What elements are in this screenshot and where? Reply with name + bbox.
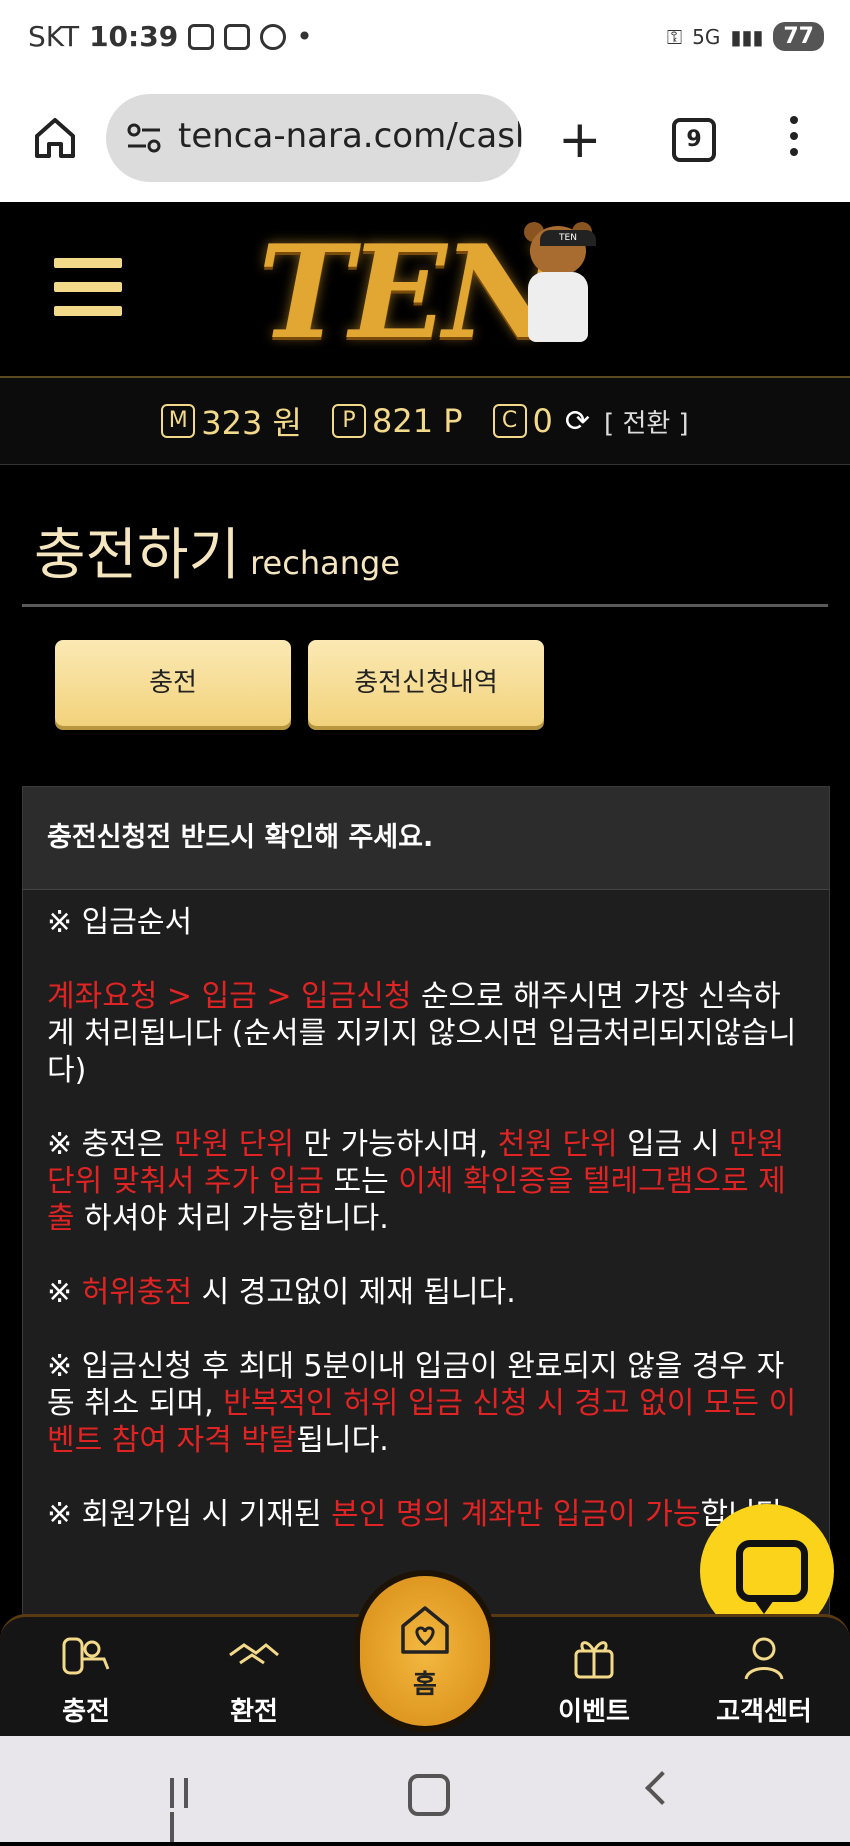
menu-icon[interactable] <box>54 258 122 330</box>
notice-item: ※ 입금신청 후 최대 5분이내 입금이 완료되지 않을 경우 자동 취소 되며… <box>47 1349 797 1458</box>
new-tab-icon[interactable]: + <box>558 114 602 166</box>
nav-label: 충전 <box>62 1697 110 1727</box>
balance-bar: M 323 원 P 821 P C 0 ⟳ [ 전환 ] <box>0 378 850 465</box>
gift-icon <box>566 1629 622 1685</box>
site-header: TEN TEN <box>0 202 850 378</box>
switch-button[interactable]: [ 전환 ] <box>604 403 689 440</box>
dot-icon: • <box>296 20 313 53</box>
money-balance: M 323 원 <box>161 398 302 444</box>
notice-item: ※ 허위충전 시 경고없이 제재 됩니다. <box>47 1275 516 1310</box>
url-text: tenca-nara.com/casl <box>178 116 522 156</box>
battery-badge: 77 <box>773 22 824 51</box>
support-agent-icon <box>736 1629 792 1685</box>
handshake-icon <box>226 1629 282 1685</box>
nav-item-support[interactable]: 고객센터 <box>704 1629 824 1728</box>
notice-item: ※ 회원가입 시 기재된 본인 명의 계좌만 입금이 가능합니다. <box>47 1497 793 1532</box>
nav-label: 홈 <box>413 1670 437 1700</box>
nav-label: 환전 <box>230 1697 278 1727</box>
back-icon[interactable] <box>645 1771 679 1805</box>
home-icon[interactable] <box>32 114 78 160</box>
nav-item-charge[interactable]: 충전 <box>26 1629 146 1728</box>
title-divider <box>22 604 828 607</box>
point-value: 821 P <box>371 402 463 440</box>
notice-item: 계좌요청 > 입금 > 입금신청 순으로 해주시면 가장 신속하게 처리됩니다 … <box>47 979 797 1088</box>
system-nav-bar <box>0 1736 850 1842</box>
notice-panel: 충전신청전 반드시 확인해 주세요. ※ 입금순서 계좌요청 > 입금 > 입금… <box>22 786 830 1647</box>
address-bar[interactable]: tenca-nara.com/casl <box>106 94 522 182</box>
tab-charge[interactable]: 충전 <box>55 640 291 726</box>
b-app-icon <box>188 23 215 50</box>
site-settings-icon[interactable] <box>126 122 162 154</box>
notice-body: ※ 입금순서 계좌요청 > 입금 > 입금신청 순으로 해주시면 가장 신속하게… <box>23 890 829 1533</box>
coin-balance: C 0 <box>492 402 553 440</box>
coin-value: 0 <box>532 402 553 440</box>
site-logo[interactable]: TEN <box>258 218 560 368</box>
money-value: 323 원 <box>201 404 302 442</box>
page-title-text: 충전하기 <box>34 523 241 588</box>
nav-item-home[interactable]: 홈 <box>360 1576 490 1726</box>
page-title: 충전하기 rechange <box>34 510 400 591</box>
system-home-icon[interactable] <box>408 1774 450 1816</box>
notice-item: ※ 입금순서 <box>47 905 193 940</box>
clock: 10:39 <box>89 20 179 53</box>
scan-icon <box>224 23 251 50</box>
home-heart-icon <box>397 1602 453 1658</box>
nav-item-event[interactable]: 이벤트 <box>534 1629 654 1728</box>
nav-label: 고객센터 <box>716 1697 812 1727</box>
notice-heading: 충전신청전 반드시 확인해 주세요. <box>23 787 829 890</box>
recent-apps-icon[interactable] <box>170 1778 210 1842</box>
browser-toolbar: tenca-nara.com/casl + 9 <box>0 80 850 203</box>
nav-item-exchange[interactable]: 환전 <box>194 1629 314 1728</box>
money-icon: M <box>161 404 196 438</box>
key-icon: ⚿ <box>666 24 683 49</box>
carrier-label: SKT <box>28 20 80 53</box>
network-label: 5G <box>692 24 721 49</box>
more-menu-icon[interactable] <box>790 116 800 164</box>
tab-switcher-button[interactable]: 9 <box>672 118 716 162</box>
talk-icon <box>260 23 287 50</box>
signal-icon: ▮▮▮ <box>730 24 764 49</box>
refresh-icon[interactable]: ⟳ <box>565 404 590 439</box>
chat-icon <box>736 1540 808 1602</box>
nav-label: 이벤트 <box>558 1697 630 1727</box>
hand-coin-icon <box>58 1629 114 1685</box>
tab-charge-history[interactable]: 충전신청내역 <box>308 640 544 726</box>
notice-item: ※ 충전은 만원 단위 만 가능하시며, 천원 단위 입금 시 만원 단위 맞춰… <box>47 1127 786 1236</box>
page-subtitle: rechange <box>250 544 400 582</box>
point-icon: P <box>331 404 366 438</box>
bear-mascot: TEN <box>520 222 596 356</box>
status-bar: SKT 10:39 • ⚿ 5G ▮▮▮ 77 <box>0 0 850 80</box>
point-balance: P 821 P <box>331 402 463 440</box>
coin-icon: C <box>492 404 527 438</box>
